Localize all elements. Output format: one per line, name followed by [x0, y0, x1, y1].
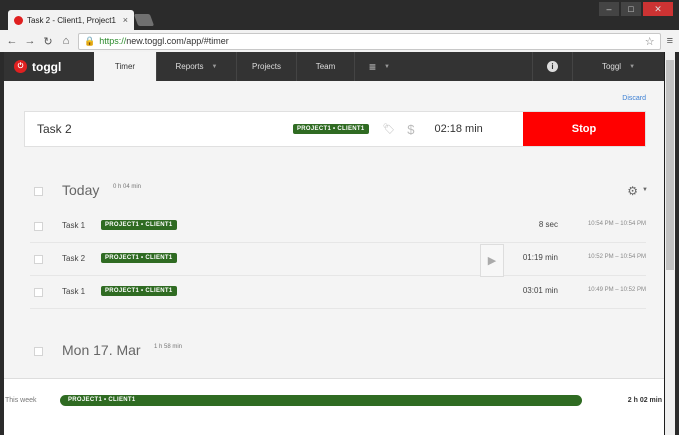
- lock-icon: 🔒: [84, 35, 96, 46]
- entry-time-range[interactable]: 10:49 PM – 10:52 PM: [588, 287, 646, 293]
- week-total: 2 h 02 min: [627, 397, 662, 404]
- chevron-down-icon: ▼: [384, 63, 390, 70]
- day-checkbox[interactable]: [34, 187, 43, 196]
- nav-projects-label: Projects: [252, 62, 281, 71]
- browser-chrome: Task 2 - Client1, Project1 × – □ ✕ ← → ↻…: [0, 0, 679, 52]
- bookmark-star-icon[interactable]: ☆: [645, 35, 655, 48]
- home-icon[interactable]: ⌂: [60, 35, 72, 47]
- week-label: This week: [5, 397, 37, 404]
- minimize-button[interactable]: –: [599, 2, 619, 16]
- play-icon[interactable]: ▶: [480, 244, 504, 277]
- billable-icon[interactable]: $: [407, 122, 414, 137]
- entry-description[interactable]: Task 2: [62, 254, 85, 263]
- new-tab-button[interactable]: [133, 14, 155, 26]
- entry-project-tag[interactable]: PROJECT1 • CLIENT1: [101, 286, 177, 296]
- entry-time-range[interactable]: 10:54 PM – 10:54 PM: [588, 221, 646, 227]
- browser-menu-icon[interactable]: ≡: [667, 35, 673, 47]
- page-scrollbar[interactable]: [665, 52, 675, 435]
- day-header: Mon 17. Mar 1 h 58 min: [4, 336, 664, 366]
- entry-duration[interactable]: 01:19 min: [523, 253, 558, 262]
- day-title: Today: [62, 182, 100, 198]
- week-project-bar[interactable]: PROJECT1 • CLIENT1: [60, 395, 582, 406]
- top-navigation: ⏻ toggl Timer Reports ▼ Projects Team ≡ …: [4, 52, 664, 81]
- back-icon[interactable]: ←: [6, 35, 18, 47]
- window-controls: – □ ✕: [599, 2, 673, 16]
- gear-icon[interactable]: ⚙: [627, 184, 638, 198]
- nav-timer-label: Timer: [114, 62, 136, 71]
- timer-description-input[interactable]: Task 2: [25, 122, 293, 136]
- day-total: 1 h 58 min: [154, 344, 183, 350]
- time-entry-row[interactable]: Task 1 PROJECT1 • CLIENT1 03:01 min 10:4…: [30, 276, 646, 309]
- close-window-button[interactable]: ✕: [643, 2, 673, 16]
- scroll-thumb[interactable]: [666, 60, 674, 270]
- timer-duration[interactable]: 02:18 min: [434, 123, 510, 135]
- day-title: Mon 17. Mar: [62, 342, 141, 358]
- chevron-down-icon: ▼: [629, 63, 636, 70]
- url-path: new.toggl.com/app/#timer: [126, 36, 229, 46]
- nav-reports[interactable]: Reports ▼: [156, 52, 236, 81]
- time-entry-row[interactable]: Task 2 PROJECT1 • CLIENT1 ▶ 01:19 min 10…: [30, 243, 646, 277]
- toggl-logo[interactable]: ⏻ toggl: [4, 52, 94, 81]
- tab-strip: Task 2 - Client1, Project1 × – □ ✕: [0, 0, 679, 30]
- project-tag[interactable]: PROJECT1 • CLIENT1: [293, 124, 369, 134]
- entry-checkbox[interactable]: [34, 288, 43, 297]
- entry-checkbox[interactable]: [34, 222, 43, 231]
- entry-description[interactable]: Task 1: [62, 287, 85, 296]
- url-scheme: https://: [99, 36, 127, 46]
- entry-description[interactable]: Task 1: [62, 221, 85, 230]
- entry-time-range[interactable]: 10:52 PM – 10:54 PM: [588, 254, 646, 260]
- timer-bar: Task 2 PROJECT1 • CLIENT1 🏷 $ 02:18 min …: [24, 111, 646, 147]
- nav-team-label: Team: [315, 62, 336, 71]
- nav-reports-label: Reports: [175, 62, 204, 71]
- window-frame-right: [675, 52, 679, 435]
- power-icon: ⏻: [14, 60, 27, 73]
- nav-timer[interactable]: Timer: [94, 52, 156, 81]
- nav-right: i Toggl ▼: [532, 52, 664, 81]
- toggl-favicon-icon: [14, 15, 23, 25]
- time-entry-row[interactable]: Task 1 PROJECT1 • CLIENT1 8 sec 10:54 PM…: [30, 210, 646, 243]
- entry-project-tag[interactable]: PROJECT1 • CLIENT1: [101, 220, 177, 230]
- entry-project-tag[interactable]: PROJECT1 • CLIENT1: [101, 253, 177, 263]
- nav-team[interactable]: Team: [296, 52, 354, 81]
- nav-more-menu[interactable]: ≡ ▼: [354, 52, 404, 81]
- day-total: 0 h 04 min: [113, 184, 142, 190]
- address-bar[interactable]: 🔒 https:// new.toggl.com/app/#timer ☆: [78, 32, 661, 50]
- forward-icon[interactable]: →: [24, 35, 36, 47]
- weekly-summary-bar: This week PROJECT1 • CLIENT1 2 h 02 min: [4, 378, 664, 435]
- user-menu[interactable]: Toggl ▼: [572, 52, 664, 81]
- day-checkbox[interactable]: [34, 347, 43, 356]
- tab-close-icon[interactable]: ×: [123, 15, 128, 25]
- discard-link[interactable]: Discard: [622, 95, 646, 102]
- browser-tab[interactable]: Task 2 - Client1, Project1 ×: [8, 10, 134, 30]
- entry-checkbox[interactable]: [34, 255, 43, 264]
- chevron-down-icon[interactable]: ▼: [642, 187, 648, 193]
- day-header: Today 0 h 04 min ⚙ ▼: [4, 176, 664, 206]
- chevron-down-icon: ▼: [211, 63, 218, 70]
- entry-duration[interactable]: 8 sec: [539, 220, 558, 229]
- nav-projects[interactable]: Projects: [236, 52, 296, 81]
- entry-duration[interactable]: 03:01 min: [523, 286, 558, 295]
- reload-icon[interactable]: ↻: [42, 35, 54, 48]
- maximize-button[interactable]: □: [621, 2, 641, 16]
- info-icon: i: [547, 61, 558, 72]
- hamburger-icon: ≡: [369, 59, 377, 74]
- tab-title: Task 2 - Client1, Project1: [27, 15, 116, 25]
- help-button[interactable]: i: [532, 52, 572, 81]
- user-name: Toggl: [601, 62, 622, 71]
- logo-text: toggl: [32, 59, 62, 74]
- stop-button[interactable]: Stop: [523, 112, 645, 146]
- browser-toolbar: ← → ↻ ⌂ 🔒 https:// new.toggl.com/app/#ti…: [0, 30, 679, 52]
- toggl-app: ⏻ toggl Timer Reports ▼ Projects Team ≡ …: [4, 52, 664, 435]
- tag-icon[interactable]: 🏷: [383, 124, 396, 135]
